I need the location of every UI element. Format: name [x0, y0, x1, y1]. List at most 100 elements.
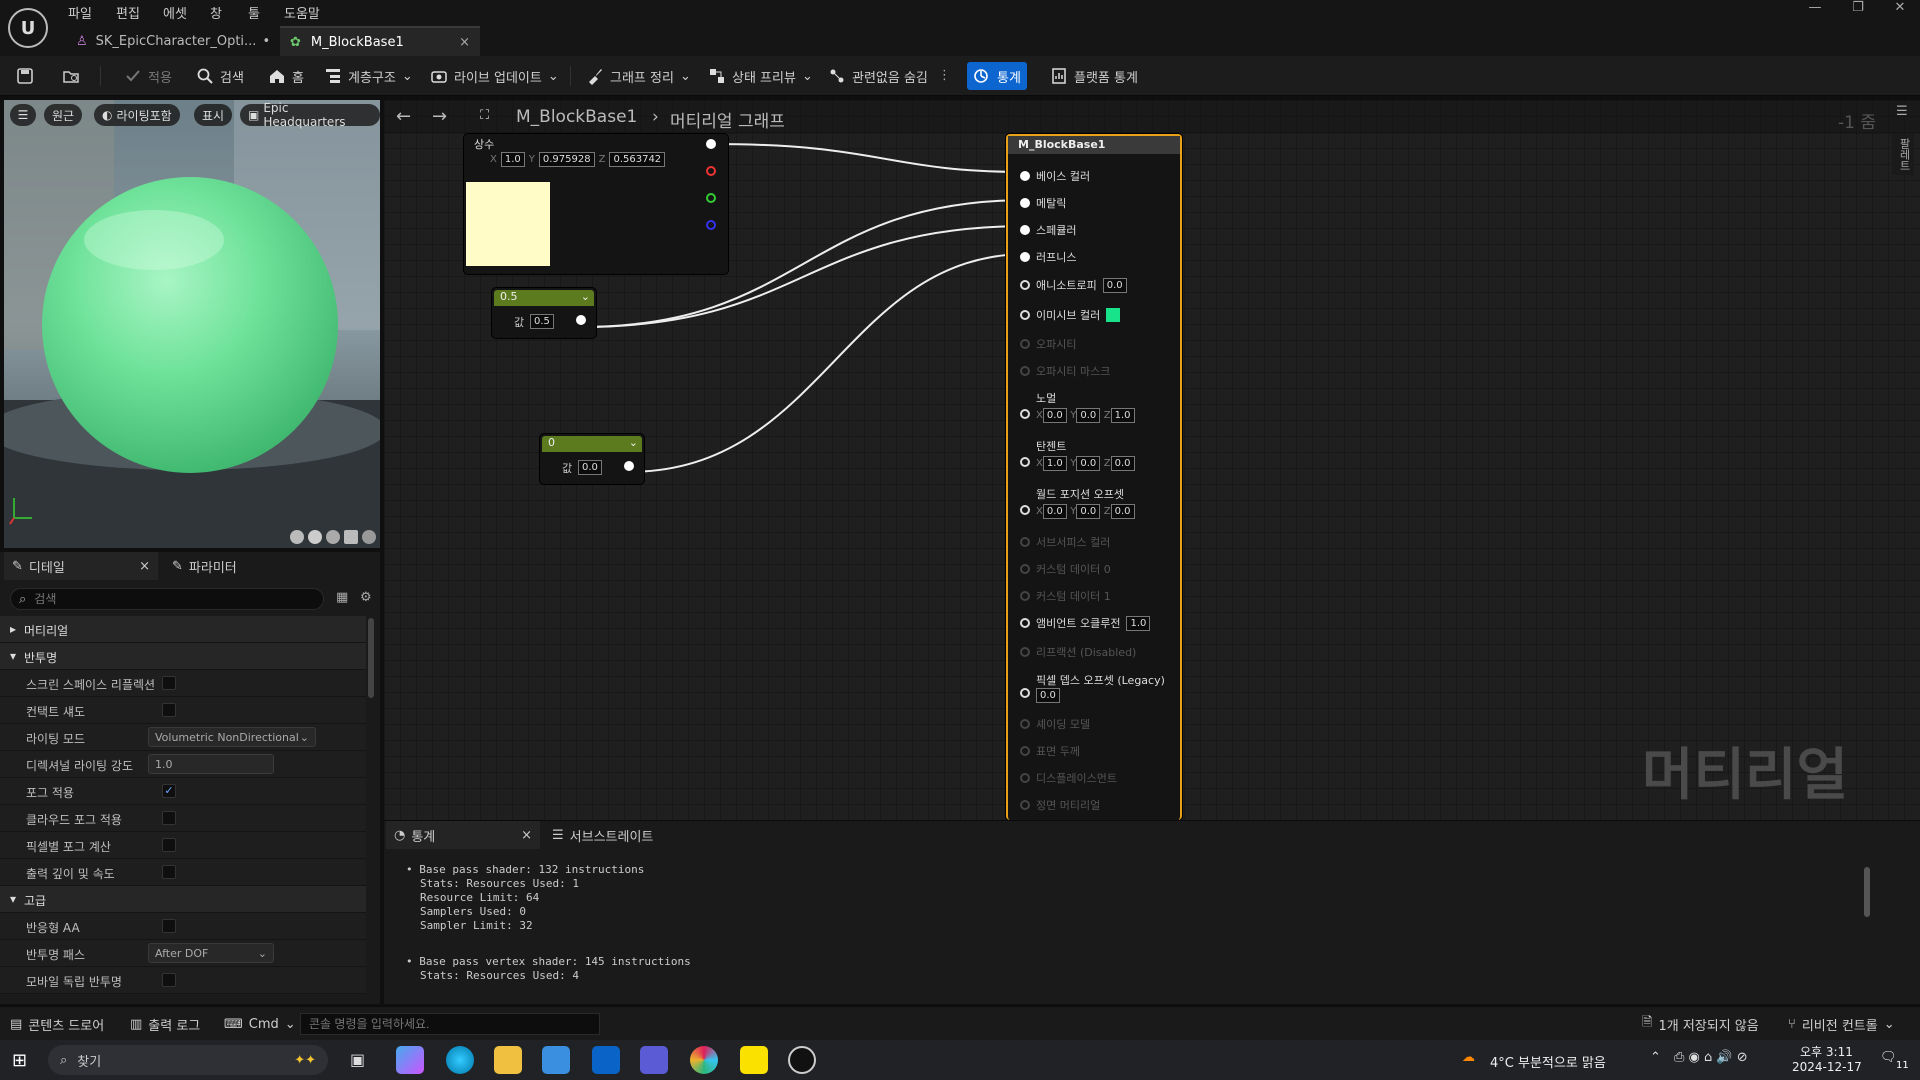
input-pin[interactable] [1020, 198, 1030, 208]
pin-emissive[interactable]: 이미시브 컬러 [1020, 307, 1121, 323]
close-window-icon[interactable]: ✕ [1880, 0, 1920, 22]
more-options-icon[interactable]: ⋮ [938, 68, 951, 83]
apply-button[interactable]: 적용 [118, 62, 178, 90]
pin-metallic[interactable]: 메탈릭 [1020, 195, 1066, 211]
details-scrollbar[interactable] [368, 618, 374, 698]
details-search[interactable]: ⌕ [10, 588, 324, 610]
property-dropdown[interactable]: Volumetric NonDirectional ⌄ [148, 727, 316, 747]
tab-material[interactable]: ✿ M_BlockBase1 × [280, 26, 480, 56]
property-checkbox[interactable] [162, 973, 176, 987]
category-material[interactable]: ▸ 머티리얼 [0, 616, 366, 643]
property-dropdown[interactable]: After DOF ⌄ [148, 943, 274, 963]
chevron-up-icon[interactable]: ⌃ [1650, 1050, 1661, 1065]
browse-button[interactable] [56, 62, 86, 90]
pin-ambient-occlusion[interactable]: 앰비언트 오클루전 1.0 [1020, 615, 1151, 631]
input-pin[interactable] [1020, 252, 1030, 262]
property-checkbox[interactable] [162, 865, 176, 879]
clean-graph-button[interactable]: 그래프 정리 ⌄ [580, 62, 697, 90]
pin-specular[interactable]: 스페큘러 [1020, 222, 1076, 238]
menu-asset[interactable]: 에셋 [163, 3, 187, 23]
input-pin[interactable] [1020, 225, 1030, 235]
y-value[interactable]: 0.975928 [538, 152, 595, 167]
platform-stats-button[interactable]: 플랫폼 통계 [1044, 62, 1144, 90]
input-pin[interactable] [1020, 171, 1030, 181]
output-pin[interactable] [576, 315, 586, 325]
menu-window[interactable]: 창 [210, 3, 222, 23]
tab-skeletal-mesh[interactable]: ♙ SK_EpicCharacter_Opti... • [66, 26, 276, 56]
output-pin-g[interactable] [706, 193, 716, 203]
minimize-icon[interactable]: — [1795, 0, 1835, 22]
output-pin[interactable] [624, 461, 634, 471]
input-pin[interactable] [1020, 687, 1030, 698]
input-pin[interactable] [1020, 456, 1030, 467]
restore-icon[interactable]: ❐ [1838, 0, 1878, 22]
details-search-input[interactable] [34, 592, 295, 606]
menu-help[interactable]: 도움말 [284, 3, 320, 23]
property-checkbox[interactable] [162, 838, 176, 852]
menu-edit[interactable]: 편집 [116, 3, 140, 23]
chevron-down-icon[interactable]: ⌄ [629, 436, 638, 449]
tray-icons[interactable]: ⎙ ◉ ⌂ 🔊 ⊘ [1674, 1050, 1748, 1065]
gear-icon[interactable]: ⚙ [360, 590, 372, 605]
pin-anisotropy[interactable]: 애니소트로피 0.0 [1020, 277, 1127, 293]
output-pin-rgb[interactable] [706, 139, 716, 149]
save-button[interactable] [10, 62, 40, 90]
clock-time[interactable]: 오후 3:11 [1800, 1043, 1853, 1060]
input-pin[interactable] [1020, 618, 1030, 628]
property-checkbox[interactable] [162, 919, 176, 933]
pin-tangent[interactable]: 탄젠트 X 1.0 Y 0.0 Z 0.0 [1020, 438, 1135, 471]
table-view-icon[interactable]: ▦ [336, 590, 348, 605]
property-number-input[interactable]: 1.0 [148, 754, 274, 774]
constant3-node[interactable]: 상수 X 1.0 Y 0.975928 Z 0.563742 [464, 134, 728, 274]
copilot-icon[interactable] [396, 1046, 424, 1074]
teapot-icon[interactable] [362, 530, 376, 544]
weather-text[interactable]: 4°C 부분적으로 맑음 [1490, 1052, 1606, 1071]
clock-date[interactable]: 2024-12-17 [1792, 1060, 1862, 1074]
viewport-menu-button[interactable]: ☰ [10, 104, 36, 126]
file-explorer-icon[interactable] [494, 1046, 522, 1074]
slack-icon[interactable] [690, 1046, 718, 1074]
property-checkbox[interactable] [162, 811, 176, 825]
cylinder-icon[interactable] [290, 530, 304, 544]
media-icon[interactable] [640, 1046, 668, 1074]
stats-scrollbar[interactable] [1864, 867, 1870, 917]
hdri-button[interactable]: ▣ Epic Headquarters [240, 101, 380, 129]
input-pin[interactable] [1020, 408, 1030, 419]
z-value[interactable]: 0.563742 [609, 152, 666, 167]
close-tab-icon[interactable]: × [459, 35, 470, 50]
input-pin[interactable] [1020, 280, 1030, 290]
input-pin[interactable] [1020, 504, 1030, 515]
home-button[interactable]: 홈 [262, 62, 310, 90]
unreal-logo-icon[interactable]: U [8, 8, 48, 48]
windows-start-icon[interactable]: ⊞ [12, 1050, 27, 1071]
sphere-icon[interactable] [308, 530, 322, 544]
pin-roughness[interactable]: 러프니스 [1020, 249, 1076, 265]
preview-state-button[interactable]: 상태 프리뷰 ⌄ [702, 62, 819, 90]
pin-base-color[interactable]: 베이스 컬러 [1020, 168, 1090, 184]
menu-tools[interactable]: 툴 [248, 3, 260, 23]
unreal-taskbar-icon[interactable] [788, 1046, 816, 1074]
pin-pixel-depth-offset[interactable]: 픽셀 뎁스 오프셋 (Legacy) 0.0 [1020, 672, 1165, 703]
outlook-icon[interactable] [592, 1046, 620, 1074]
notification-icon[interactable]: 🗨 [1880, 1050, 1897, 1065]
kakaotalk-icon[interactable] [740, 1046, 768, 1074]
tab-parameters[interactable]: ✎ 파라미터 [164, 552, 245, 580]
scalar-value[interactable]: 0.0 [578, 460, 602, 475]
task-view-icon[interactable]: ▣ [350, 1050, 365, 1069]
input-pin[interactable] [1020, 310, 1030, 320]
close-tab-icon[interactable]: × [521, 828, 532, 843]
tab-details[interactable]: ✎ 디테일 × [4, 552, 158, 580]
output-log-button[interactable]: ▥ 출력 로그 [124, 1010, 206, 1038]
menu-file[interactable]: 파일 [68, 3, 92, 23]
scalar-node-roughness[interactable]: 0.5 ⌄ 값 0.5 [492, 288, 596, 338]
category-advanced[interactable]: ▾ 고급 [0, 886, 366, 913]
cmd-dropdown[interactable]: ⌨ Cmd ⌄ [218, 1010, 302, 1038]
scalar-value[interactable]: 0.5 [530, 314, 554, 329]
live-update-button[interactable]: 라이브 업데이트 ⌄ [424, 62, 565, 90]
tab-substrate[interactable]: ☰ 서브스트레이트 [544, 821, 661, 849]
lighting-button[interactable]: ◐ 라이팅포함 [94, 104, 180, 126]
x-value[interactable]: 1.0 [500, 152, 525, 167]
hide-unrelated-button[interactable]: 관련없음 숨김 [822, 62, 934, 90]
cube-icon[interactable] [344, 530, 358, 544]
stats-button[interactable]: 통계 [967, 62, 1027, 90]
